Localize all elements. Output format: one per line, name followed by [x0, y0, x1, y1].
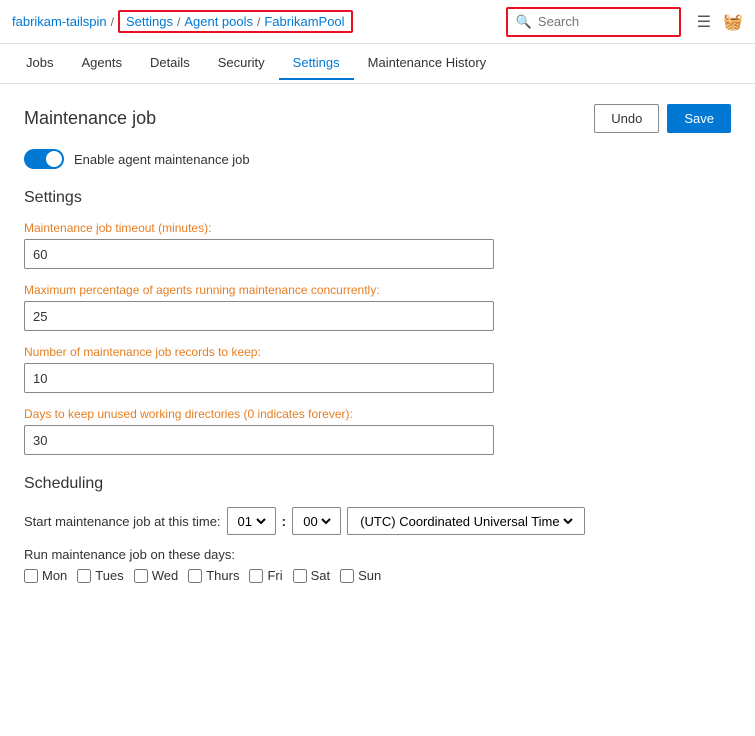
scheduling-title: Scheduling	[24, 475, 731, 493]
day-label-wed: Wed	[152, 568, 179, 583]
days-section-label: Run maintenance job on these days:	[24, 547, 731, 562]
breadcrumb-pool[interactable]: FabrikamPool	[264, 14, 344, 29]
breadcrumb-sep2: /	[177, 15, 180, 29]
section-title: Maintenance job	[24, 108, 156, 129]
timezone-select-box[interactable]: (UTC) Coordinated Universal Time (UTC-05…	[347, 507, 585, 535]
schedule-time-label: Start maintenance job at this time:	[24, 514, 221, 529]
day-label-sat: Sat	[311, 568, 331, 583]
day-item-tues: Tues	[77, 568, 123, 583]
day-item-sat: Sat	[293, 568, 331, 583]
input-records[interactable]	[24, 363, 494, 393]
top-bar: fabrikam-tailspin / Settings / Agent poo…	[0, 0, 755, 44]
day-label-fri: Fri	[267, 568, 282, 583]
days-row: Mon Tues Wed Thurs Fri Sat	[24, 568, 731, 583]
undo-button[interactable]: Undo	[594, 104, 659, 133]
minute-select-box[interactable]: 00 15 30 45	[292, 507, 341, 535]
day-item-thurs: Thurs	[188, 568, 239, 583]
toggle-row: Enable agent maintenance job	[24, 149, 731, 169]
day-item-wed: Wed	[134, 568, 179, 583]
top-icons: ☰ 🧺	[697, 12, 743, 32]
day-label-sun: Sun	[358, 568, 381, 583]
toggle-label: Enable agent maintenance job	[74, 152, 250, 167]
checkbox-tues[interactable]	[77, 569, 91, 583]
breadcrumb: fabrikam-tailspin / Settings / Agent poo…	[12, 10, 353, 33]
tab-agents[interactable]: Agents	[67, 47, 135, 80]
settings-section-title: Settings	[24, 189, 731, 207]
day-item-fri: Fri	[249, 568, 282, 583]
action-buttons: Undo Save	[594, 104, 731, 133]
input-maxpct[interactable]	[24, 301, 494, 331]
checkbox-sun[interactable]	[340, 569, 354, 583]
breadcrumb-settings[interactable]: Settings	[126, 14, 173, 29]
breadcrumb-agentpools[interactable]: Agent pools	[184, 14, 253, 29]
tab-settings[interactable]: Settings	[279, 47, 354, 80]
list-icon[interactable]: ☰	[697, 12, 711, 32]
checkbox-sat[interactable]	[293, 569, 307, 583]
tab-details[interactable]: Details	[136, 47, 204, 80]
day-item-sun: Sun	[340, 568, 381, 583]
day-label-mon: Mon	[42, 568, 67, 583]
checkbox-fri[interactable]	[249, 569, 263, 583]
search-icon: 🔍	[516, 14, 532, 30]
breadcrumb-highlighted: Settings / Agent pools / FabrikamPool	[118, 10, 353, 33]
breadcrumb-sep1: /	[111, 15, 114, 29]
main-content: Maintenance job Undo Save Enable agent m…	[0, 84, 755, 603]
day-label-thurs: Thurs	[206, 568, 239, 583]
input-days[interactable]	[24, 425, 494, 455]
search-box[interactable]: 🔍	[506, 7, 681, 37]
label-timeout: Maintenance job timeout (minutes):	[24, 221, 731, 235]
schedule-time-row: Start maintenance job at this time: 01 0…	[24, 507, 731, 535]
enable-toggle[interactable]	[24, 149, 64, 169]
form-group-records: Number of maintenance job records to kee…	[24, 345, 731, 393]
day-item-mon: Mon	[24, 568, 67, 583]
section-header: Maintenance job Undo Save	[24, 104, 731, 133]
tab-jobs[interactable]: Jobs	[12, 47, 67, 80]
hour-select[interactable]: 01 00 02 03 04 05 06 07 08 09 10 11 12 1…	[234, 513, 269, 530]
save-button[interactable]: Save	[667, 104, 731, 133]
form-group-days: Days to keep unused working directories …	[24, 407, 731, 455]
days-section: Run maintenance job on these days: Mon T…	[24, 547, 731, 583]
input-timeout[interactable]	[24, 239, 494, 269]
tab-security[interactable]: Security	[204, 47, 279, 80]
label-days: Days to keep unused working directories …	[24, 407, 731, 421]
checkbox-wed[interactable]	[134, 569, 148, 583]
day-label-tues: Tues	[95, 568, 123, 583]
label-records: Number of maintenance job records to kee…	[24, 345, 731, 359]
form-group-timeout: Maintenance job timeout (minutes):	[24, 221, 731, 269]
breadcrumb-sep3: /	[257, 15, 260, 29]
timezone-select[interactable]: (UTC) Coordinated Universal Time (UTC-05…	[356, 513, 576, 530]
time-colon: :	[282, 513, 287, 529]
form-group-maxpct: Maximum percentage of agents running mai…	[24, 283, 731, 331]
bag-icon[interactable]: 🧺	[723, 12, 743, 32]
checkbox-thurs[interactable]	[188, 569, 202, 583]
search-input[interactable]	[538, 14, 668, 29]
label-maxpct: Maximum percentage of agents running mai…	[24, 283, 731, 297]
tab-maintenance-history[interactable]: Maintenance History	[354, 47, 501, 80]
hour-select-box[interactable]: 01 00 02 03 04 05 06 07 08 09 10 11 12 1…	[227, 507, 276, 535]
minute-select[interactable]: 00 15 30 45	[299, 513, 334, 530]
checkbox-mon[interactable]	[24, 569, 38, 583]
breadcrumb-org: fabrikam-tailspin	[12, 14, 107, 29]
nav-tabs: Jobs Agents Details Security Settings Ma…	[0, 44, 755, 84]
